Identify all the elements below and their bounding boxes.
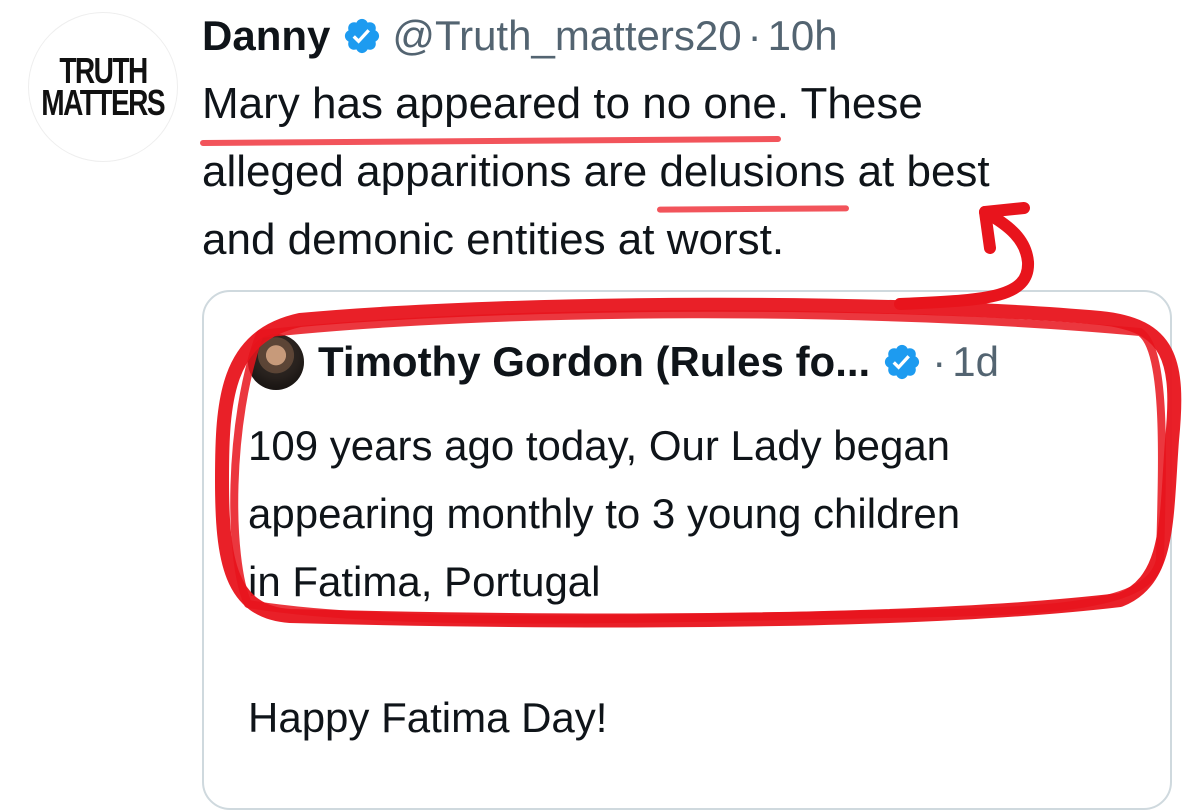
tweet-text-line: Mary has appeared to no one. These xyxy=(202,70,1162,138)
quoted-tweet-timestamp[interactable]: 1d xyxy=(952,338,999,386)
underlined-claim: Mary has appeared to no one xyxy=(202,70,777,138)
author-display-name[interactable]: Danny xyxy=(202,12,330,60)
tweet-header: Danny @Truth_matters20 · 10h xyxy=(202,8,838,64)
tweet-text-line: alleged apparitions are delusions at bes… xyxy=(202,138,1162,206)
quoted-tweet-header: Timothy Gordon (Rules fo... · 1d xyxy=(248,332,999,392)
quoted-author-name[interactable]: Timothy Gordon (Rules fo... xyxy=(318,338,870,386)
header-separator: · xyxy=(747,12,762,59)
quoted-author-avatar[interactable] xyxy=(248,334,304,390)
tweet-text-fragment: . These xyxy=(776,79,923,128)
verified-badge-icon[interactable] xyxy=(882,342,922,382)
tweet-text-fragment: alleged apparitions are xyxy=(202,147,660,196)
quoted-text-line: in Fatima, Portugal xyxy=(248,558,601,605)
author-handle[interactable]: @Truth_matters20 xyxy=(392,12,741,60)
author-avatar[interactable]: TRUTH MATTERS xyxy=(28,12,178,162)
quoted-text-spacer xyxy=(248,616,1148,684)
tweet-text-fragment: at best xyxy=(845,147,990,196)
avatar-logo-line2: MATTERS xyxy=(41,82,166,123)
quoted-header-separator: · xyxy=(932,338,947,385)
quoted-text-line: 109 years ago today, Our Lady began xyxy=(248,422,951,469)
underlined-word: delusions xyxy=(659,138,845,206)
tweet-timestamp[interactable]: 10h xyxy=(768,12,838,60)
tweet-text-line: and demonic entities at worst. xyxy=(202,215,785,264)
quoted-footer-line: Happy Fatima Day! xyxy=(248,694,608,741)
quoted-text-line: appearing monthly to 3 young children xyxy=(248,490,961,537)
quoted-tweet-card[interactable]: Timothy Gordon (Rules fo... · 1d 109 yea… xyxy=(202,290,1172,810)
quoted-tweet-text: 109 years ago today, Our Lady began appe… xyxy=(248,412,1148,752)
verified-badge-icon[interactable] xyxy=(342,16,382,56)
tweet-text: Mary has appeared to no one. These alleg… xyxy=(202,70,1162,274)
